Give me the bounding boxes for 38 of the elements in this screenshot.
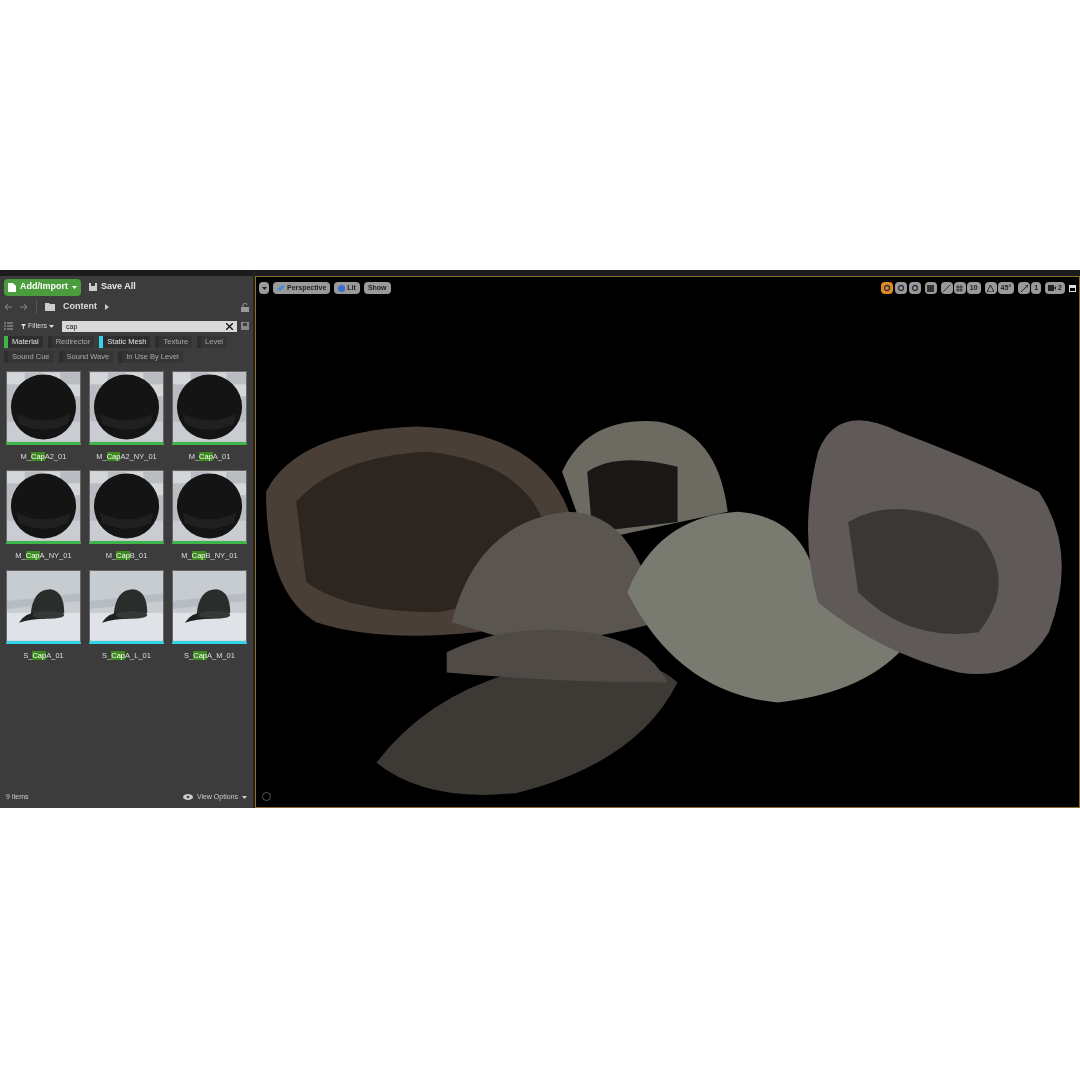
rotation-snap-toggle[interactable] — [984, 282, 997, 294]
save-search-icon[interactable] — [241, 322, 249, 330]
caret-icon — [261, 286, 267, 290]
caret-right-icon[interactable] — [105, 304, 109, 310]
triangle-icon — [987, 284, 995, 292]
camera-icon — [1048, 285, 1057, 291]
diagonal-arrow-icon — [1020, 284, 1028, 292]
folder-icon — [45, 303, 55, 311]
document-icon — [8, 282, 16, 292]
world-local-button[interactable] — [924, 282, 937, 294]
circle-icon — [896, 284, 905, 292]
caret-icon — [72, 285, 77, 289]
close-icon[interactable] — [226, 322, 233, 330]
save-all-button[interactable]: Save All — [85, 280, 140, 294]
caret-icon — [49, 324, 55, 328]
surface-snap-button[interactable] — [940, 282, 953, 294]
scale-snap-toggle[interactable] — [1018, 282, 1031, 294]
viewport-menu-button[interactable] — [259, 282, 269, 294]
circle-icon — [910, 284, 919, 292]
transform-mode-button[interactable] — [894, 282, 907, 294]
transform-mode-button[interactable] — [908, 282, 921, 294]
snap-icon — [943, 284, 951, 292]
sphere-icon — [338, 284, 346, 292]
forward-arrow-icon[interactable] — [20, 303, 28, 311]
funnel-icon — [21, 323, 26, 329]
caret-icon — [242, 795, 247, 799]
circle-icon — [882, 284, 891, 292]
plane-icon — [277, 285, 285, 291]
back-arrow-icon[interactable] — [4, 303, 12, 311]
cube-icon — [927, 284, 935, 292]
grid-snap-toggle[interactable] — [953, 282, 966, 294]
eye-icon — [182, 794, 193, 800]
grid-icon — [956, 284, 964, 292]
path-folder[interactable]: Content — [63, 300, 97, 314]
transform-mode-button[interactable] — [880, 282, 893, 294]
maximize-icon[interactable] — [1069, 284, 1076, 292]
lock-icon[interactable] — [241, 302, 249, 312]
add-import-button[interactable]: Add/Import — [4, 278, 81, 296]
